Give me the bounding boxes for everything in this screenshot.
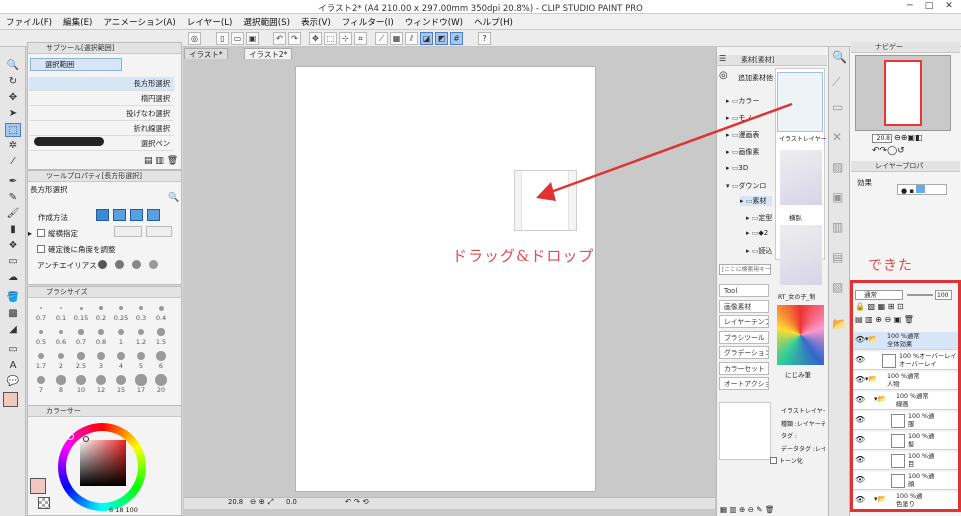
drag-drop-annotation: ドラッグ&ドロップ — [452, 247, 595, 265]
drag-arrow-head — [536, 182, 556, 201]
layer-highlight-box — [850, 280, 961, 512]
drag-arrow-line — [547, 102, 793, 195]
done-annotation: できた — [868, 258, 913, 274]
